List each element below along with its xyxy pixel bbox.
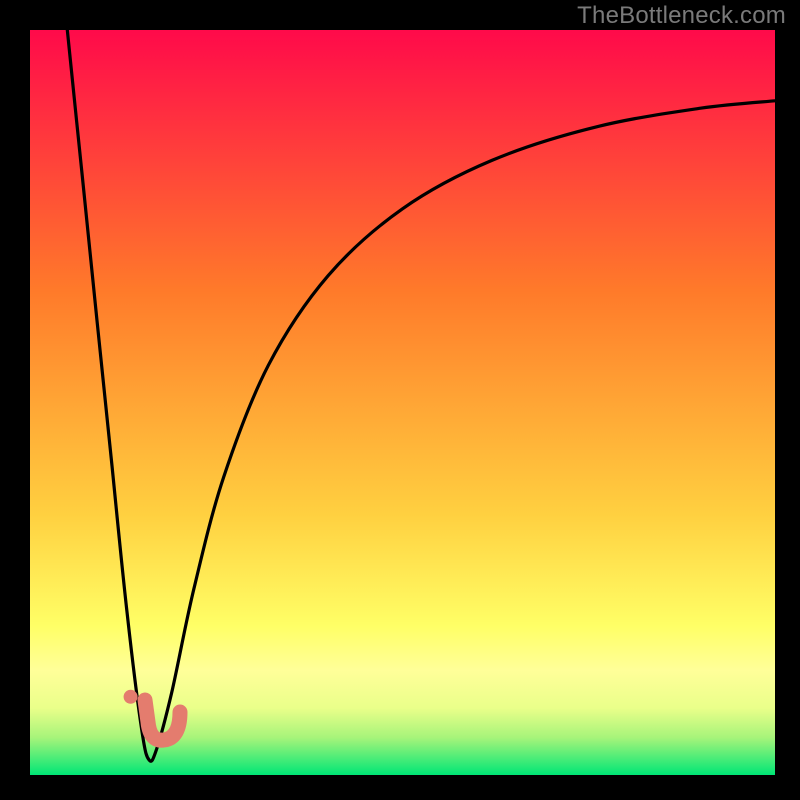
point-marker [124, 690, 138, 704]
bottleneck-chart [0, 0, 800, 800]
watermark-text: TheBottleneck.com [577, 2, 786, 30]
chart-frame: { "watermark": "TheBottleneck.com", "col… [0, 0, 800, 800]
heat-gradient [30, 30, 775, 775]
